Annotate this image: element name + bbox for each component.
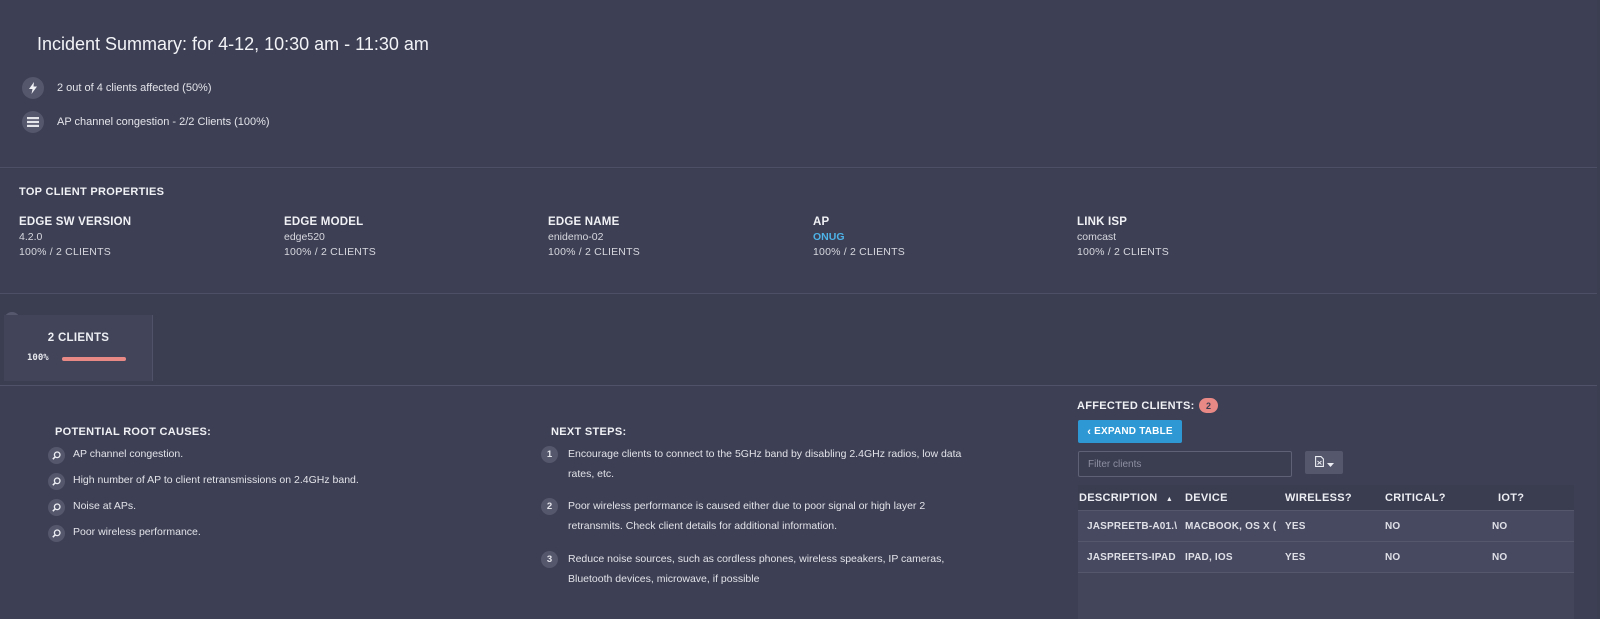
- cell-critical: NO: [1385, 520, 1401, 532]
- step-line: Bluetooth devices, microwave, if possibl…: [568, 573, 760, 585]
- property-value: enidemo-02: [548, 231, 604, 243]
- root-cause-item: AP channel congestion.: [48, 447, 184, 464]
- step-number: 3: [541, 551, 558, 568]
- property-link-isp: LINK ISP comcast 100% / 2 CLIENTS: [1077, 216, 1327, 258]
- tab-percent: 100%: [27, 353, 49, 363]
- filter-clients-input[interactable]: [1078, 451, 1292, 477]
- tab-label: 2 CLIENTS: [47, 332, 110, 344]
- property-edge-sw-version: EDGE SW VERSION 4.2.0 100% / 2 CLIENTS: [19, 216, 269, 258]
- root-cause-item: High number of AP to client retransmissi…: [48, 473, 359, 490]
- step-text: Reduce noise sources, such as cordless p…: [568, 549, 944, 589]
- column-header-description[interactable]: DESCRIPTION ▲: [1078, 492, 1179, 504]
- chevron-left-icon: ‹: [1087, 425, 1092, 438]
- step-line: retransmits. Check client details for ad…: [568, 520, 838, 532]
- step-number: 2: [541, 498, 558, 515]
- property-ap: AP ONUG 100% / 2 CLIENTS: [813, 216, 1063, 258]
- tab-2-clients[interactable]: 2 CLIENTS 100%: [4, 315, 153, 381]
- cell-wireless: YES: [1285, 520, 1306, 532]
- search-icon: [48, 473, 65, 490]
- property-share: 100% / 2 CLIENTS: [813, 246, 905, 258]
- property-share: 100% / 2 CLIENTS: [1077, 246, 1169, 258]
- step-line: Encourage clients to connect to the 5GHz…: [568, 448, 962, 460]
- property-label: EDGE SW VERSION: [19, 216, 132, 228]
- sort-ascending-icon: ▲: [1165, 495, 1174, 503]
- section-title: TOP CLIENT PROPERTIES: [19, 186, 165, 198]
- affected-clients-summary: 2 out of 4 clients affected (50%): [22, 77, 212, 99]
- step-line: Poor wireless performance is caused eith…: [568, 500, 926, 512]
- property-value: 4.2.0: [19, 231, 43, 243]
- top-client-properties: TOP CLIENT PROPERTIES EDGE SW VERSION 4.…: [0, 169, 1597, 294]
- property-label: AP: [813, 216, 830, 228]
- property-share: 100% / 2 CLIENTS: [284, 246, 376, 258]
- root-cause-item: Noise at APs.: [48, 499, 137, 516]
- root-cause-text: AP channel congestion.: [73, 448, 184, 460]
- property-value: edge520: [284, 231, 325, 243]
- next-step-item: 2 Poor wireless performance is caused ei…: [541, 498, 1011, 536]
- caret-down-icon: [1326, 455, 1334, 470]
- cell-description: JASPREETB-A01.\: [1087, 520, 1178, 532]
- root-cause-text: Poor wireless performance.: [73, 526, 201, 538]
- next-step-item: 3 Reduce noise sources, such as cordless…: [541, 551, 1011, 589]
- incident-summary: Incident Summary: for 4-12, 10:30 am - 1…: [0, 0, 1597, 168]
- cell-iot: NO: [1492, 520, 1508, 532]
- expand-table-label: EXPAND TABLE: [1094, 426, 1173, 437]
- property-edge-name: EDGE NAME enidemo-02 100% / 2 CLIENTS: [548, 216, 798, 258]
- next-step-item: 1 Encourage clients to connect to the 5G…: [541, 446, 1011, 484]
- cell-wireless: YES: [1285, 551, 1306, 563]
- property-label: EDGE MODEL: [284, 216, 364, 228]
- search-icon: [48, 525, 65, 542]
- root-cause-text: Noise at APs.: [73, 500, 137, 512]
- cell-device: MACBOOK, OS X (: [1185, 520, 1277, 532]
- column-header-critical[interactable]: CRITICAL?: [1381, 492, 1484, 504]
- step-line: Reduce noise sources, such as cordless p…: [568, 553, 945, 565]
- cell-description: JASPREETS-IPAD: [1087, 551, 1176, 563]
- summary-text: 2 out of 4 clients affected (50%): [57, 82, 212, 94]
- property-label: LINK ISP: [1077, 216, 1128, 228]
- step-number: 1: [541, 446, 558, 463]
- step-text: Poor wireless performance is caused eith…: [568, 496, 925, 536]
- affected-count-badge: 2: [1199, 398, 1218, 413]
- step-line: rates, etc.: [568, 468, 615, 480]
- expand-table-button[interactable]: ‹ EXPAND TABLE: [1078, 420, 1182, 443]
- cell-iot: NO: [1492, 551, 1508, 563]
- page-title: Incident Summary: for 4-12, 10:30 am - 1…: [37, 34, 429, 54]
- tab-strip: 1 2 CLIENTS 100%: [0, 295, 1597, 385]
- property-value: comcast: [1077, 231, 1117, 243]
- root-cause-item: Poor wireless performance.: [48, 525, 201, 542]
- export-file-icon: [1314, 455, 1324, 470]
- property-share: 100% / 2 CLIENTS: [548, 246, 640, 258]
- root-causes-title: POTENTIAL ROOT CAUSES:: [55, 426, 212, 438]
- column-header-iot[interactable]: IOT?: [1484, 492, 1574, 504]
- step-text: Encourage clients to connect to the 5GHz…: [568, 444, 961, 484]
- property-edge-model: EDGE MODEL edge520 100% / 2 CLIENTS: [284, 216, 534, 258]
- progress-bar: [62, 357, 126, 361]
- column-header-wireless[interactable]: WIRELESS?: [1279, 492, 1381, 504]
- column-header-device[interactable]: DEVICE: [1179, 492, 1279, 504]
- server-icon: [22, 111, 44, 133]
- cell-critical: NO: [1385, 551, 1401, 563]
- header-label: DESCRIPTION: [1079, 491, 1158, 504]
- affected-clients-title: AFFECTED CLIENTS:: [1077, 400, 1195, 412]
- affected-clients-table: DESCRIPTION ▲ DEVICE WIRELESS? CRITICAL?…: [1078, 485, 1574, 619]
- ap-link[interactable]: ONUG: [813, 231, 1063, 243]
- congestion-summary: AP channel congestion - 2/2 Clients (100…: [22, 111, 270, 133]
- search-icon: [48, 499, 65, 516]
- root-cause-text: High number of AP to client retransmissi…: [73, 474, 359, 486]
- search-icon: [48, 447, 65, 464]
- incident-detail: POTENTIAL ROOT CAUSES: AP channel conges…: [0, 385, 1597, 619]
- property-share: 100% / 2 CLIENTS: [19, 246, 111, 258]
- cell-device: IPAD, IOS: [1185, 551, 1233, 563]
- table-row[interactable]: JASPREETB-A01.\ MACBOOK, OS X ( YES NO N…: [1078, 511, 1574, 542]
- lightning-icon: [22, 77, 44, 99]
- table-header: DESCRIPTION ▲ DEVICE WIRELESS? CRITICAL?…: [1078, 485, 1574, 511]
- table-row[interactable]: JASPREETS-IPAD IPAD, IOS YES NO NO: [1078, 542, 1574, 573]
- next-steps-title: NEXT STEPS:: [551, 426, 627, 438]
- summary-text: AP channel congestion - 2/2 Clients (100…: [57, 116, 270, 128]
- progress-fill: [62, 357, 126, 361]
- property-label: EDGE NAME: [548, 216, 620, 228]
- export-dropdown-button[interactable]: [1305, 451, 1343, 474]
